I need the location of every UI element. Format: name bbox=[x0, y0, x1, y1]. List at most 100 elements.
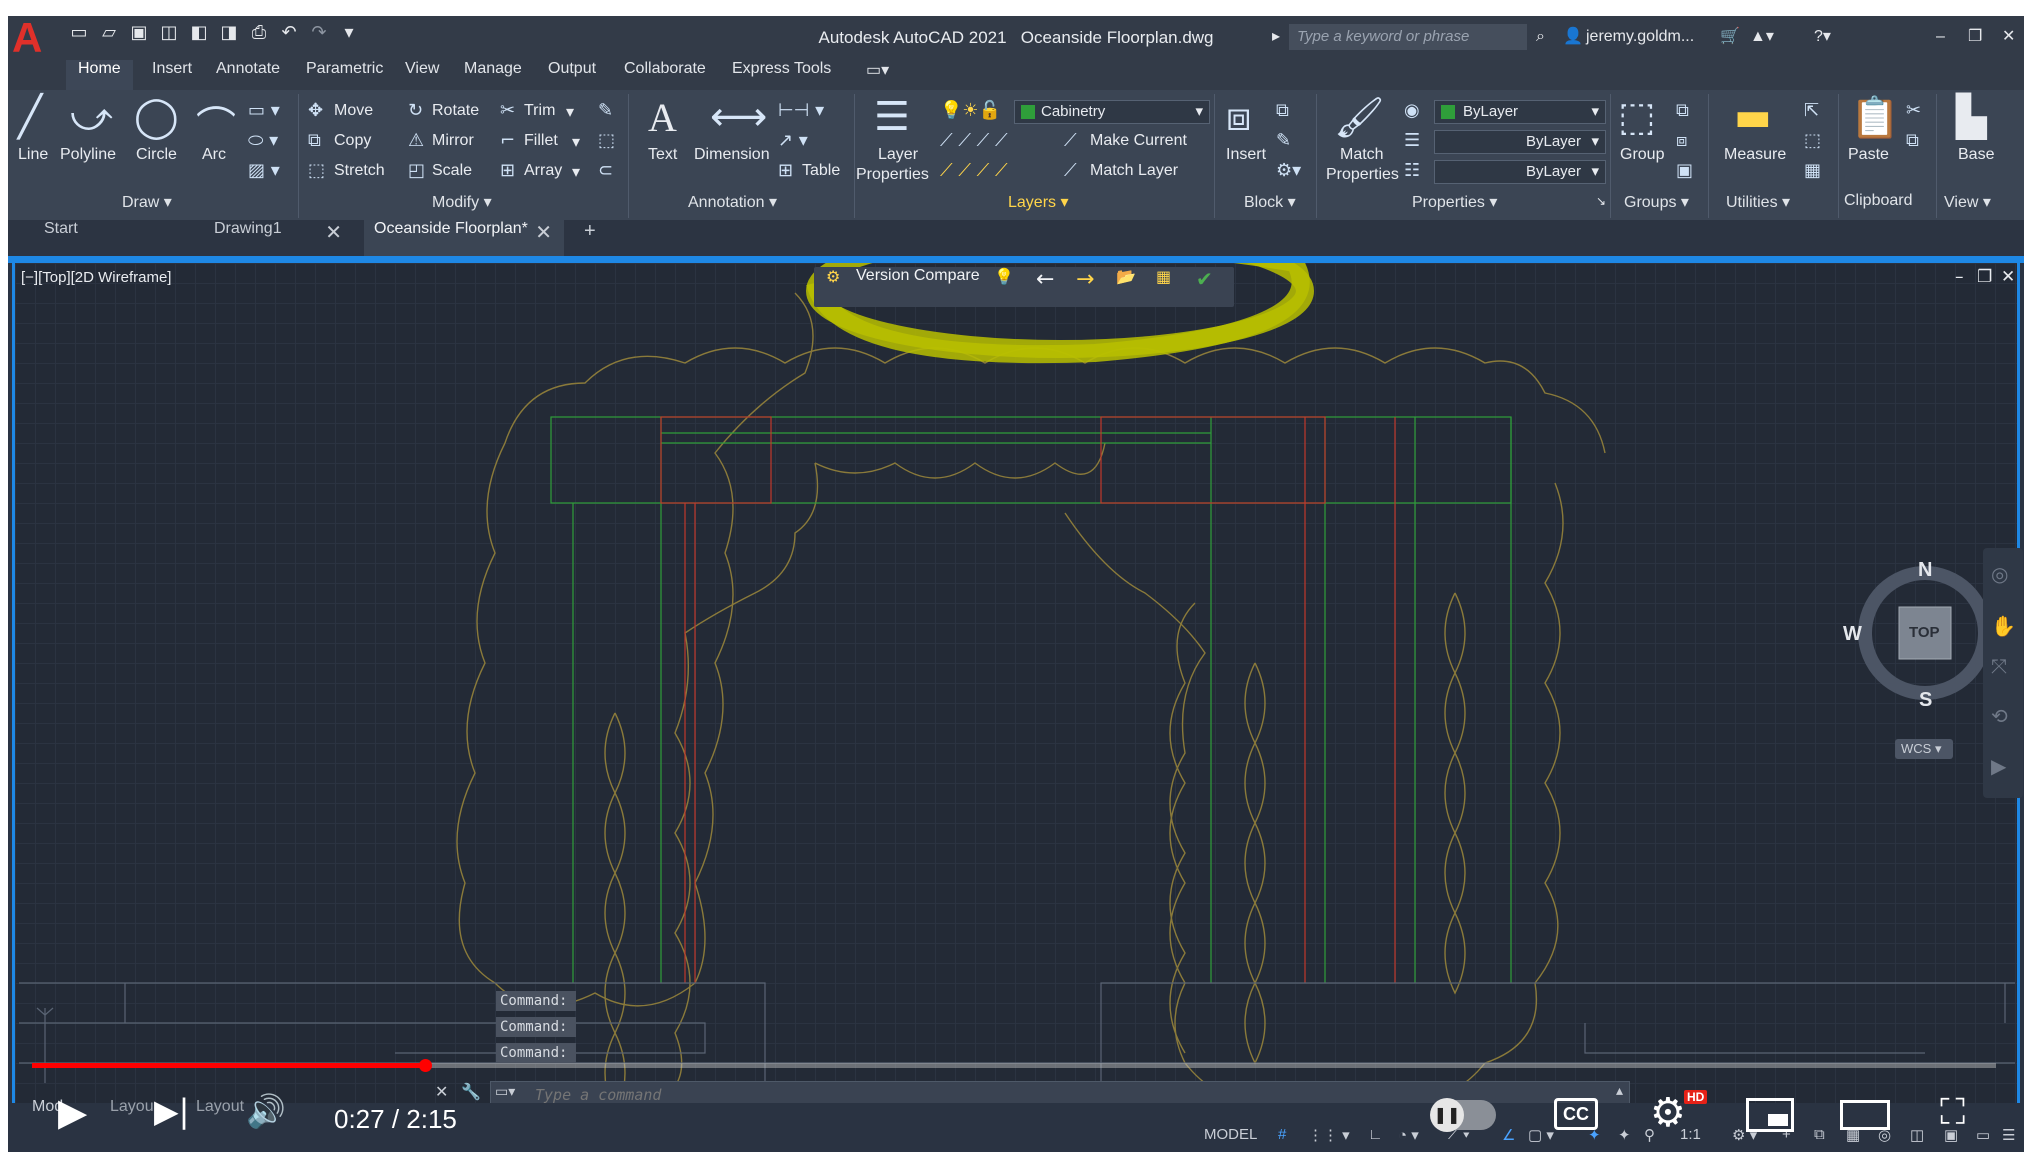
search-icon[interactable]: ⌕ bbox=[1536, 22, 1545, 52]
layers-panel-title[interactable]: Layers ▾ bbox=[1008, 192, 1069, 212]
tab-parametric[interactable]: Parametric bbox=[294, 60, 395, 90]
compare-snapshot-icon[interactable]: ▦ bbox=[1156, 267, 1171, 307]
layer-tools-row2-icons[interactable]: ⟋ ⟋ ⟋ ⟋ bbox=[940, 160, 1008, 181]
miniplayer-icon[interactable] bbox=[1746, 1098, 1794, 1132]
units-icon[interactable]: ⧉ bbox=[1814, 1126, 1825, 1152]
rotate-button[interactable]: Rotate bbox=[432, 102, 479, 120]
pan-icon[interactable]: ✋ bbox=[1991, 614, 2016, 638]
line-button[interactable]: Line bbox=[18, 146, 48, 164]
fullscreen-icon[interactable]: ⛶ bbox=[1940, 1092, 1965, 1134]
tab-home[interactable]: Home bbox=[66, 60, 133, 90]
object-snap-icon[interactable]: ▢ ▾ bbox=[1528, 1126, 1554, 1152]
cut-icon[interactable]: ✂ bbox=[1906, 100, 1921, 121]
layer-state-icons[interactable]: 💡☀🔓 bbox=[940, 100, 1001, 121]
match-properties-icon[interactable]: 🖌 bbox=[1334, 94, 1385, 141]
layer-properties-label-1[interactable]: Layer bbox=[878, 146, 918, 164]
tab-insert[interactable]: Insert bbox=[140, 60, 204, 90]
close-icon[interactable]: ✕ bbox=[2002, 22, 2015, 52]
clean-screen-icon[interactable]: ▭ bbox=[1976, 1126, 1990, 1152]
drawing-canvas[interactable]: [−][Top][2D Wireframe] – ❐ ✕ ⚙ Version C… bbox=[12, 263, 2020, 1103]
settings-gear-icon[interactable]: ⚙ bbox=[1650, 1090, 1686, 1136]
orbit-icon[interactable]: ⟲ bbox=[1991, 704, 2008, 728]
layer-properties-icon[interactable]: ☰ bbox=[874, 94, 910, 140]
trim-button[interactable]: Trim bbox=[524, 102, 555, 120]
isolate-objects-icon[interactable]: ◫ bbox=[1910, 1126, 1924, 1152]
match-properties-label-2[interactable]: Properties bbox=[1326, 166, 1399, 184]
block-attribute-icon[interactable]: ⚙▾ bbox=[1276, 160, 1301, 181]
base-view-icon[interactable]: ▙ bbox=[1956, 94, 1987, 140]
ortho-icon[interactable]: ∟ bbox=[1368, 1126, 1383, 1152]
move-button[interactable]: Move bbox=[334, 102, 373, 120]
block-panel-title[interactable]: Block ▾ bbox=[1244, 192, 1296, 212]
save-as-icon[interactable]: ◫ bbox=[158, 22, 180, 44]
hatch-icon[interactable]: ▨ ▾ bbox=[248, 160, 280, 181]
play-icon[interactable]: ▶ bbox=[58, 1090, 87, 1134]
modify-panel-title[interactable]: Modify ▾ bbox=[432, 192, 492, 212]
theater-mode-icon[interactable] bbox=[1840, 1100, 1890, 1130]
next-change-icon[interactable]: → bbox=[1076, 267, 1094, 307]
paste-icon[interactable]: 📋 bbox=[1850, 94, 1900, 141]
groups-panel-title[interactable]: Groups ▾ bbox=[1624, 192, 1689, 212]
showmotion-icon[interactable]: ▶ bbox=[1991, 754, 2006, 778]
layout-tab-1[interactable]: Layou bbox=[110, 1098, 154, 1116]
wrench-icon[interactable]: 🔧 bbox=[461, 1082, 481, 1101]
doc-tab-drawing1[interactable]: Drawing1 ✕ bbox=[204, 220, 354, 256]
create-block-icon[interactable]: ⧉ bbox=[1276, 100, 1289, 121]
circle-icon[interactable]: ◯ bbox=[134, 94, 179, 140]
tab-output[interactable]: Output bbox=[536, 60, 608, 90]
scale-button[interactable]: Scale bbox=[432, 162, 472, 180]
new-tab-icon[interactable]: + bbox=[574, 220, 614, 256]
polyline-icon[interactable]: ⤻ bbox=[70, 94, 113, 140]
grid-icon[interactable]: # bbox=[1278, 1126, 1286, 1152]
circle-button[interactable]: Circle bbox=[136, 146, 177, 164]
group-icon[interactable]: ⬚ bbox=[1618, 94, 1656, 140]
layer-tools-row1-icons[interactable]: ⟋ ⟋ ⟋ ⟋ bbox=[940, 130, 1008, 151]
rectangle-icon[interactable]: ▭ ▾ bbox=[248, 100, 280, 121]
quick-select-icon[interactable]: ⇱ bbox=[1804, 100, 1819, 121]
command-history-toggle-icon[interactable]: ▴ bbox=[1616, 1083, 1623, 1099]
insert-block-icon[interactable]: ⧈ bbox=[1226, 94, 1251, 140]
group-edit-icon[interactable]: ⧈ bbox=[1676, 130, 1687, 151]
minimize-icon[interactable]: – bbox=[1936, 22, 1945, 52]
undo-icon[interactable]: ↶ bbox=[278, 22, 300, 44]
object-snap-tracking-icon[interactable]: ∠ bbox=[1502, 1126, 1515, 1152]
leader-icon[interactable]: ↗ ▾ bbox=[778, 130, 808, 151]
video-progress-bar[interactable] bbox=[32, 1059, 1996, 1072]
viewcube-top-face[interactable]: TOP bbox=[1909, 624, 1940, 641]
viewcube[interactable]: N S W E TOP WCS ▾ bbox=[1843, 559, 2008, 759]
steering-wheel-icon[interactable]: ◎ bbox=[1991, 562, 2008, 586]
save-icon[interactable]: ▣ bbox=[128, 22, 150, 44]
select-all-icon[interactable]: ⬚ bbox=[1804, 130, 1821, 151]
match-layer-button[interactable]: Match Layer bbox=[1090, 162, 1178, 180]
array-dropdown-icon[interactable]: ▾ bbox=[572, 162, 580, 182]
autoplay-toggle[interactable]: ❚❚ bbox=[1430, 1098, 1496, 1132]
compass-west[interactable]: W bbox=[1843, 623, 1862, 646]
match-properties-label-1[interactable]: Match bbox=[1340, 146, 1384, 164]
layer-dropdown[interactable]: Cabinetry ▾ bbox=[1014, 100, 1210, 124]
panel-launcher-icon[interactable]: ↘ bbox=[1596, 194, 1606, 208]
zoom-extents-icon[interactable]: ⤧ bbox=[1991, 654, 2007, 678]
lightbulb-icon[interactable]: 💡 bbox=[994, 267, 1014, 307]
restore-icon[interactable]: ❐ bbox=[1968, 22, 1982, 52]
dimension-button[interactable]: Dimension bbox=[694, 146, 770, 164]
layer-properties-label-2[interactable]: Properties bbox=[856, 166, 929, 184]
close-tab-icon[interactable]: ✕ bbox=[535, 220, 552, 244]
fillet-button[interactable]: Fillet bbox=[524, 132, 558, 150]
utilities-panel-title[interactable]: Utilities ▾ bbox=[1726, 192, 1790, 212]
expand-arrow-icon[interactable]: ▸ bbox=[1272, 22, 1280, 52]
video-scrubber-handle[interactable] bbox=[418, 1059, 432, 1072]
annotation-panel-title[interactable]: Annotation ▾ bbox=[688, 192, 777, 212]
exit-compare-icon[interactable]: ✔ bbox=[1196, 267, 1213, 307]
explode-icon[interactable]: ⬚ bbox=[598, 130, 615, 151]
trim-dropdown-icon[interactable]: ▾ bbox=[566, 102, 574, 122]
text-icon[interactable]: A bbox=[648, 94, 677, 141]
tab-view[interactable]: View bbox=[393, 60, 451, 90]
autocad-logo[interactable]: A bbox=[12, 17, 50, 59]
command-input[interactable] bbox=[533, 1084, 1537, 1103]
group-button[interactable]: Group bbox=[1620, 146, 1664, 164]
ribbon-minimize-icon[interactable]: ▭▾ bbox=[854, 60, 901, 90]
fillet-dropdown-icon[interactable]: ▾ bbox=[572, 132, 580, 152]
tab-annotate[interactable]: Annotate bbox=[204, 60, 292, 90]
cart-icon[interactable]: 🛒 bbox=[1720, 22, 1740, 52]
tab-express-tools[interactable]: Express Tools bbox=[720, 60, 843, 90]
